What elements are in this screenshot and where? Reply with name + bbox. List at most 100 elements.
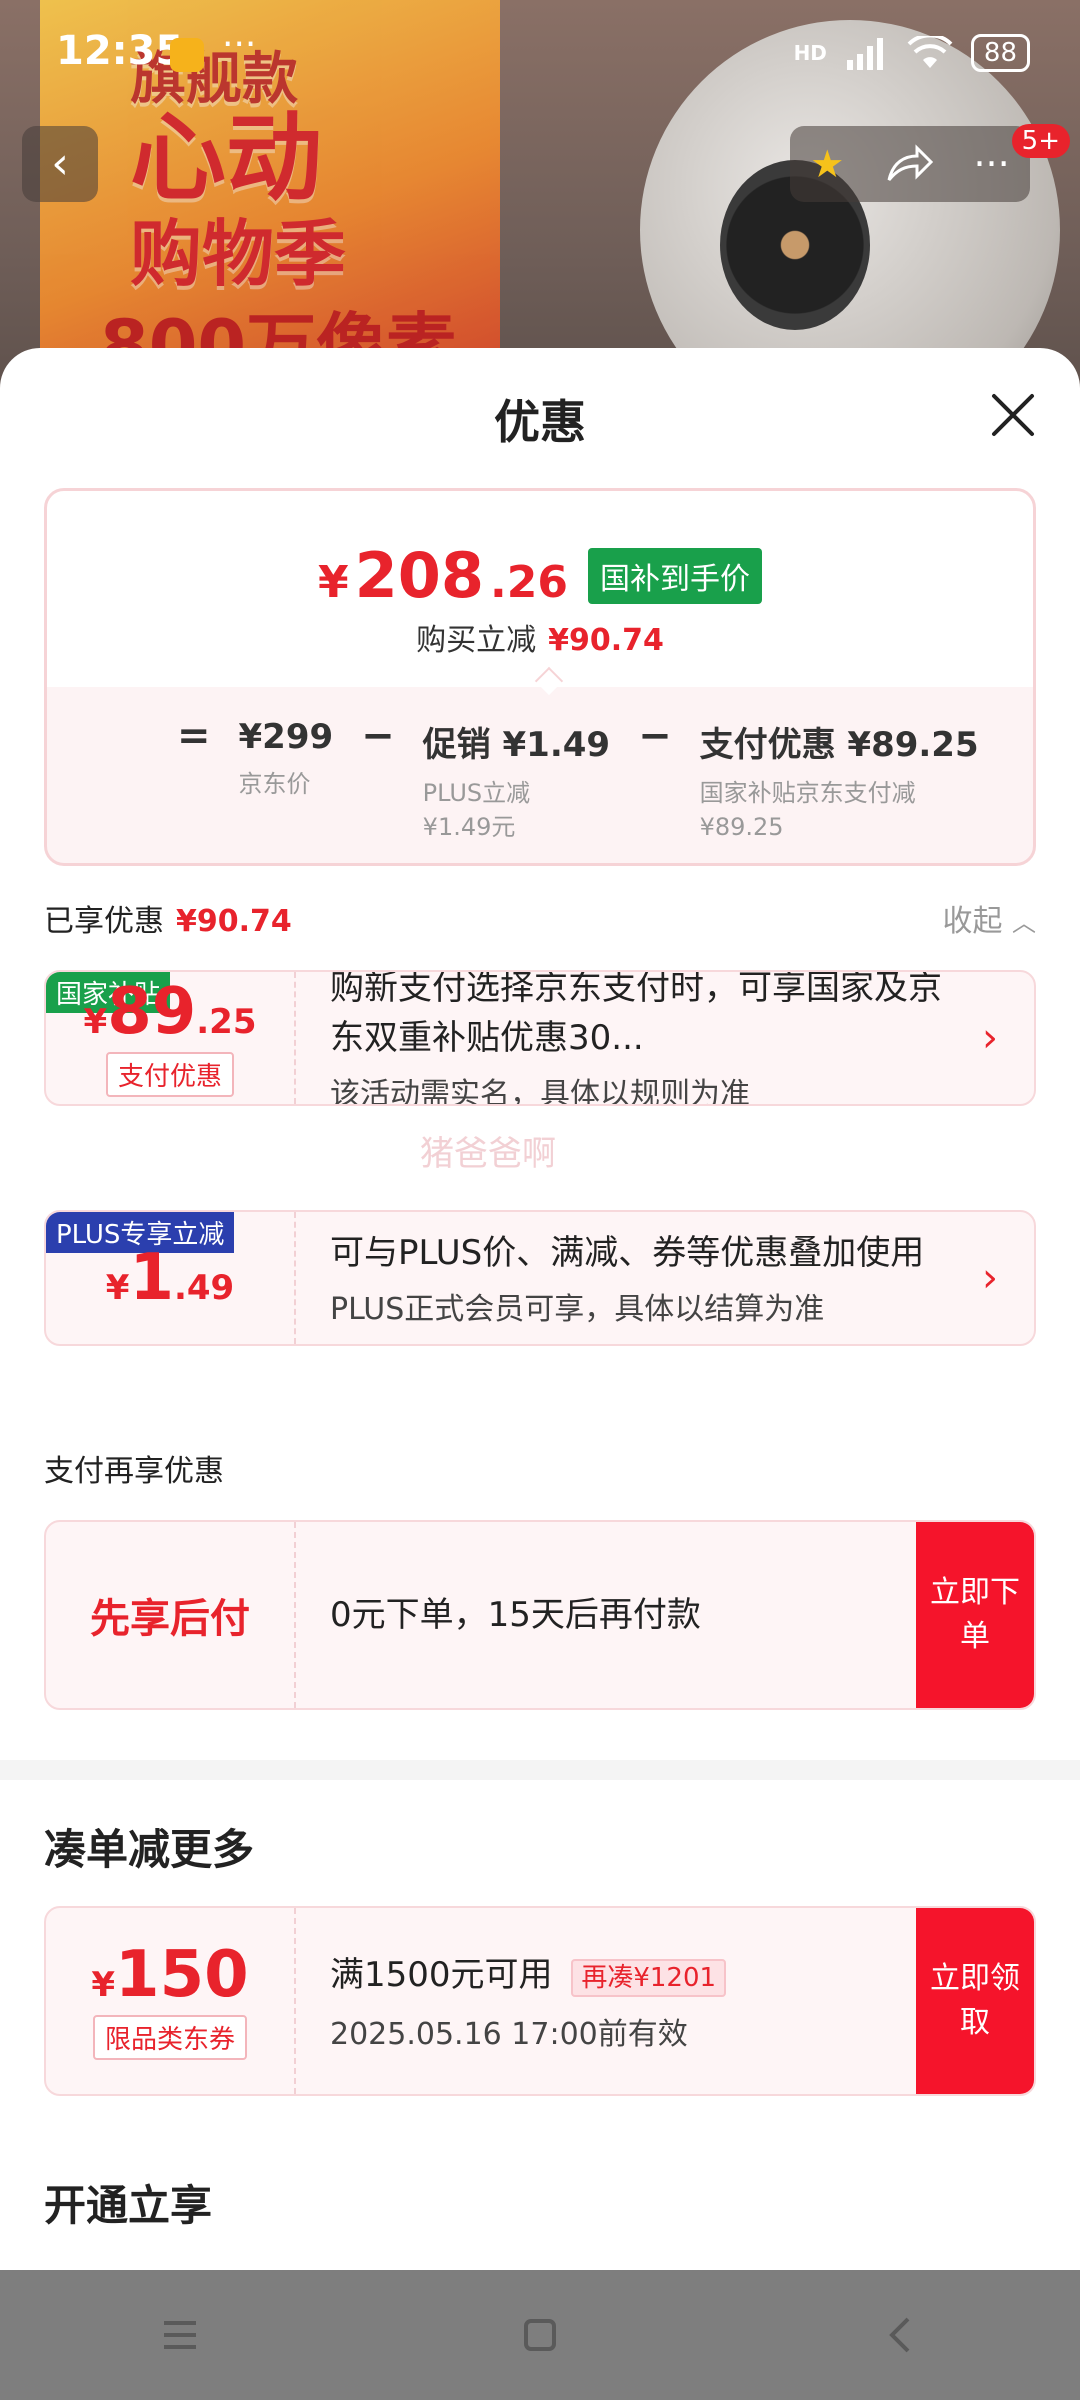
pay-detail-2: ¥89.25	[699, 813, 784, 841]
formula-pay: 支付优惠 ¥89.25 国家补贴京东支付减 ¥89.25	[700, 717, 979, 844]
promo-discount-detail: PLUS立减 ¥1.49元	[423, 776, 610, 844]
equals-sign: =	[177, 713, 211, 759]
battery-indicator: 88	[970, 34, 1030, 72]
saving-label: 购买立减	[416, 623, 537, 658]
subsidy-description: 购新支付选择京东支付时，可享国家及京东双重补贴优惠30... 该活动需实名，具体…	[330, 972, 950, 1104]
bnpl-description: 0元下单，15天后再付款	[330, 1522, 950, 1708]
bnpl-desc: 0元下单，15天后再付款	[330, 1595, 701, 1635]
promo-line-3: 购物季	[130, 212, 347, 296]
section-divider	[0, 1760, 1080, 1780]
base-price: ¥299	[238, 717, 334, 757]
amount-decimal: .25	[196, 1001, 257, 1042]
claim-now-button[interactable]: 立即领取	[916, 1908, 1034, 2094]
network-type: HD	[793, 41, 827, 65]
wifi-icon	[907, 36, 953, 68]
promo-detail-1: PLUS立减	[422, 779, 531, 807]
minus-sign: −	[361, 713, 395, 759]
promo-detail-2: ¥1.49元	[422, 813, 516, 841]
combine-section-title: 凑单减更多	[44, 1825, 255, 1874]
formula-promo: 促销 ¥1.49 PLUS立减 ¥1.49元	[423, 717, 610, 844]
final-price-decimal: .26	[490, 557, 568, 608]
watermark-text: 猪爸爸啊	[420, 1134, 556, 1174]
system-navigation-bar	[0, 2270, 1080, 2400]
message-badge: 5+	[1011, 124, 1070, 158]
sheet-title: 优惠	[494, 395, 586, 449]
final-price-tag: 国补到手价	[588, 547, 762, 604]
pointer-notch	[534, 666, 564, 696]
currency-symbol: ¥	[91, 1964, 116, 2005]
back-icon[interactable]	[870, 2305, 930, 2365]
currency-symbol: ¥	[83, 1001, 108, 1042]
chevron-up-icon: ︿	[1012, 909, 1036, 937]
enjoyed-discount: 已享优惠 ¥90.74	[44, 896, 292, 940]
currency-symbol: ¥	[105, 1268, 130, 1308]
saving-value: ¥90.74	[548, 623, 664, 658]
more-options-icon[interactable]: ···	[973, 142, 1009, 186]
plus-desc-line2: PLUS正式会员可享，具体以结算为准	[330, 1292, 825, 1327]
enjoyed-value: ¥90.74	[176, 904, 292, 939]
subsidy-desc-line2: 该活动需实名，具体以规则为准	[330, 1077, 750, 1106]
jd-coupon-description: 满1500元可用 再凑¥1201 2025.05.16 17:00前有效	[330, 1908, 950, 2094]
promo-discount: 促销 ¥1.49	[422, 725, 611, 765]
amount-integer: 150	[115, 1937, 249, 2012]
minus-sign: −	[638, 713, 672, 759]
final-price: ¥ 208 .26 国补到手价	[47, 539, 1033, 612]
subsidy-coupon[interactable]: 国家补贴 ¥ 89 .25 支付优惠 购新支付选择京东支付时，可享国家及京东双重…	[44, 970, 1036, 1106]
collapse-label: 收起	[942, 904, 1003, 939]
plus-coupon[interactable]: PLUS专享立减 ¥ 1 .49 可与PLUS价、满减、券等优惠叠加使用 PLU…	[44, 1210, 1036, 1346]
jd-coupon-threshold: 满1500元可用	[330, 1954, 553, 1995]
pay-detail-1: 国家补贴京东支付减	[699, 779, 916, 807]
jd-coupon: ¥ 150 限品类东券 满1500元可用 再凑¥1201 2025.05.16 …	[44, 1906, 1036, 2096]
subsidy-desc-line1: 购新支付选择京东支付时，可享国家及京东双重补贴优惠30...	[330, 970, 942, 1058]
amount-decimal: .49	[173, 1268, 235, 1308]
open-section-title: 开通立享	[44, 2181, 213, 2230]
status-time: 12:35	[56, 28, 184, 74]
collapse-toggle[interactable]: 收起 ︿	[942, 896, 1036, 940]
subsidy-amount-panel: ¥ 89 .25 支付优惠	[46, 972, 296, 1104]
plus-desc-line1: 可与PLUS价、满减、券等优惠叠加使用	[330, 1233, 925, 1273]
share-icon[interactable]	[885, 144, 933, 184]
close-icon[interactable]	[988, 390, 1038, 440]
saving-row: 购买立减 ¥90.74	[47, 615, 1033, 659]
jd-coupon-extra-tag: 再凑¥1201	[571, 1958, 727, 1997]
status-bar: 12:35 ··· HD 88	[0, 0, 1080, 100]
pay-more-label: 支付再享优惠	[44, 1454, 224, 1489]
discount-sheet: 优惠 ¥ 208 .26 国补到手价 购买立减 ¥90.74 = ¥299 京东价…	[0, 348, 1080, 2270]
plus-amount-panel: ¥ 1 .49	[46, 1212, 296, 1344]
amount-integer: 1	[129, 1241, 174, 1315]
subsidy-type-label: 支付优惠	[105, 1051, 234, 1097]
more-notifications-icon: ···	[222, 24, 257, 65]
bnpl-title: 先享后付	[90, 1596, 250, 1642]
home-icon[interactable]	[510, 2305, 570, 2365]
chevron-right-icon: ›	[982, 1015, 998, 1061]
promo-line-2: 心动	[130, 102, 322, 214]
notification-app-icon	[170, 38, 204, 72]
jd-coupon-amount: ¥ 150	[91, 1943, 248, 2007]
chevron-right-icon: ›	[982, 1255, 998, 1301]
base-price-label: 京东价	[238, 770, 311, 798]
jd-coupon-amount-panel: ¥ 150 限品类东券	[46, 1908, 296, 2094]
order-now-button[interactable]: 立即下单	[916, 1522, 1034, 1708]
price-summary-card: ¥ 208 .26 国补到手价 购买立减 ¥90.74 = ¥299 京东价 − …	[44, 488, 1036, 866]
pay-discount-detail: 国家补贴京东支付减 ¥89.25	[700, 776, 979, 844]
product-actions: ★ ···	[790, 126, 1030, 202]
final-price-currency: ¥	[318, 557, 349, 608]
bnpl-coupon: 先享后付 0元下单，15天后再付款 立即下单	[44, 1520, 1036, 1710]
jd-coupon-type: 限品类东券	[92, 2014, 247, 2060]
price-formula: = ¥299 京东价 − 促销 ¥1.49 PLUS立减 ¥1.49元 − 支付…	[177, 713, 979, 844]
formula-base: ¥299 京东价	[239, 717, 334, 844]
jd-coupon-validity: 2025.05.16 17:00前有效	[330, 2016, 688, 2052]
signal-icon	[846, 38, 883, 70]
enjoyed-label: 已享优惠	[44, 904, 164, 939]
jd-coupon-line1: 满1500元可用 再凑¥1201	[330, 1950, 950, 2003]
status-icons: HD 88	[794, 34, 1030, 72]
plus-amount: ¥ 1 .49	[106, 1246, 234, 1310]
favorite-star-icon[interactable]: ★	[810, 142, 844, 186]
menu-icon[interactable]	[150, 2305, 210, 2365]
plus-description: 可与PLUS价、满减、券等优惠叠加使用 PLUS正式会员可享，具体以结算为准	[330, 1212, 950, 1344]
bnpl-left: 先享后付	[46, 1522, 296, 1708]
subsidy-amount: ¥ 89 .25	[84, 980, 257, 1044]
back-button[interactable]: ‹	[22, 126, 98, 202]
final-price-integer: 208	[354, 539, 485, 612]
amount-integer: 89	[107, 974, 197, 1049]
